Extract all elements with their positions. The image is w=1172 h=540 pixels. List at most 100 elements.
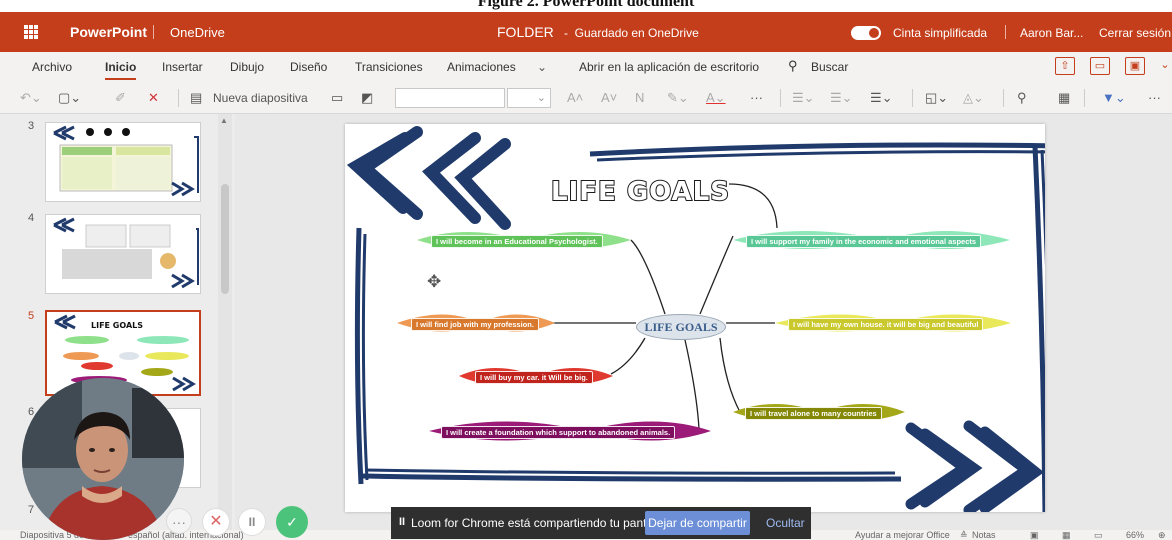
shapes-icon[interactable]: ◱⌄ [925,90,948,106]
branch-label[interactable]: I will have my own house. it will be big… [788,318,984,331]
slide-sorter-icon[interactable]: ▦ [1062,530,1071,540]
cancel-recording-icon[interactable]: ✕ [202,508,230,536]
search-box[interactable]: Buscar [811,60,848,74]
scroll-up-icon[interactable]: ▲ [220,116,228,125]
layout-icon[interactable]: ▭ [331,90,343,106]
screen: { "caption": "Figure 2. PowerPoint docum… [0,0,1172,540]
font-size-box[interactable]: ⌄ [507,88,551,108]
sign-out-link[interactable]: Cerrar sesión [1099,26,1171,40]
zoom-level[interactable]: 66% [1126,530,1144,540]
webcam-bubble[interactable] [22,378,184,540]
comments-icon[interactable]: ▭ [1090,57,1110,75]
dictate-icon[interactable]: ▼⌄ [1102,90,1126,106]
tab-animaciones[interactable]: Animaciones [447,60,516,74]
webcam-person-image [22,378,184,540]
center-node[interactable]: LIFE GOALS [636,314,726,340]
present-icon[interactable]: ▣ [1125,57,1145,75]
notes-button[interactable]: Notas [972,530,996,540]
new-slide-icon[interactable]: ▤ [190,90,202,106]
undo-icon[interactable]: ↶⌄ [20,90,42,106]
grow-font-icon[interactable]: A˄ [567,90,583,105]
collapse-chevron-icon[interactable]: ⌄ [1155,57,1172,75]
share-icon[interactable]: ⇧ [1055,57,1075,75]
branch-label[interactable]: I will buy my car. it Will be big. [475,371,593,384]
ribbon-divider-4 [1003,89,1004,107]
ribbon-divider-2 [780,89,781,107]
more-commands-icon[interactable]: ··· [1148,90,1161,105]
loom-message: Loom for Chrome está compartiendo tu pan… [411,516,669,530]
thumbnail-4-art [53,217,199,289]
find-icon[interactable]: ⚲ [1017,90,1027,106]
caption-text: Figure 2. PowerPoint document [477,0,695,10]
delete-icon[interactable]: ✕ [148,90,159,106]
bullets-icon[interactable]: ☰⌄ [792,90,815,106]
stop-sharing-button[interactable]: Dejar de compartir [645,511,750,535]
onedrive-link[interactable]: OneDrive [170,25,225,40]
help-improve-link[interactable]: Ayudar a mejorar Office [855,530,950,540]
document-name[interactable]: FOLDER [497,24,554,40]
pause-recording-icon[interactable]: II [238,508,266,536]
shrink-font-icon[interactable]: A˅ [601,90,617,105]
scrollbar-thumb[interactable] [221,184,229,294]
slide-title[interactable]: LIFE GOALS [550,176,730,208]
paste-icon[interactable]: ▢⌄ [58,90,81,106]
slide-thumbnail-3[interactable] [45,122,201,202]
move-cursor-icon: ✥ [427,272,442,291]
ribbon-divider [178,89,179,107]
slide-thumbnail-4[interactable] [45,214,201,294]
bold-icon[interactable]: N [635,90,644,105]
tab-archivo[interactable]: Archivo [32,60,72,74]
svg-text:LIFE GOALS: LIFE GOALS [91,321,143,330]
branch-label[interactable]: I will support my family in the economic… [746,235,982,248]
align-icon[interactable]: ☰⌄ [870,90,893,106]
ribbon-divider-5 [1084,89,1085,107]
tab-insertar[interactable]: Insertar [162,60,203,74]
reading-view-icon[interactable]: ▭ [1094,530,1103,540]
tab-inicio[interactable]: Inicio [105,60,137,80]
title-divider-2 [1005,25,1006,39]
font-size-chevron-icon: ⌄ [536,92,546,104]
branch-label[interactable]: I will become in an Educational Psycholo… [431,235,603,248]
notes-icon[interactable]: ≙ [960,530,968,540]
ribbon-tabs: Archivo Inicio Insertar Dibujo Diseño Tr… [0,52,1172,82]
branch-label[interactable]: I will find job with my profession. [411,318,539,331]
designer-icon[interactable]: ▦ [1058,90,1070,106]
tab-dibujo[interactable]: Dibujo [230,60,264,74]
numbering-icon[interactable]: ☰⌄ [830,90,853,106]
thumbnail-3-art [53,125,199,197]
thumbnail-number: 5 [28,310,35,322]
finish-recording-icon[interactable]: ✓ [276,506,308,538]
simplified-ribbon-toggle[interactable] [851,26,881,40]
user-name[interactable]: Aaron Bar... [1020,26,1083,40]
more-font-options-icon[interactable]: ··· [750,90,763,105]
format-painter-icon[interactable]: ✐ [115,90,126,106]
title-divider [153,25,154,39]
search-icon[interactable]: ⚲ [788,58,802,74]
hide-banner-button[interactable]: Ocultar [766,516,805,530]
thumbnail-number: 4 [28,212,35,224]
save-status: - Guardado en OneDrive [564,26,699,40]
more-options-icon[interactable]: ··· [166,508,192,534]
branch-label[interactable]: I will travel alone to many countries [745,407,882,420]
font-color-icon[interactable]: A⌄ [706,90,726,106]
slide-5[interactable]: LIFE GOALS LIFE GOALS I will become in a… [345,124,1045,512]
shape-fill-icon[interactable]: ◬⌄ [963,90,984,106]
app-launcher-icon[interactable] [24,25,38,39]
highlight-icon[interactable]: ✎⌄ [667,90,689,106]
open-desktop-app-link[interactable]: Abrir en la aplicación de escritorio [579,60,759,74]
reset-icon[interactable]: ◩ [361,90,373,106]
ribbon-divider-3 [912,89,913,107]
pause-icon[interactable]: II [399,516,405,528]
font-name-box[interactable] [395,88,505,108]
tab-transiciones[interactable]: Transiciones [355,60,423,74]
new-slide-button[interactable]: Nueva diapositiva [213,91,308,105]
app-name[interactable]: PowerPoint [70,24,147,40]
tab-diseno[interactable]: Diseño [290,60,327,74]
zoom-fit-icon[interactable]: ⊕ [1158,530,1166,540]
thumbnails-scrollbar[interactable]: ▲ [218,114,232,530]
branch-label[interactable]: I will create a foundation which support… [441,426,676,439]
figure-caption: Figure 2. PowerPoint document [0,0,1172,12]
simplified-ribbon-label: Cinta simplificada [893,26,988,40]
normal-view-icon[interactable]: ▣ [1030,530,1039,540]
tab-more-chevron-icon[interactable]: ⌄ [537,60,547,74]
